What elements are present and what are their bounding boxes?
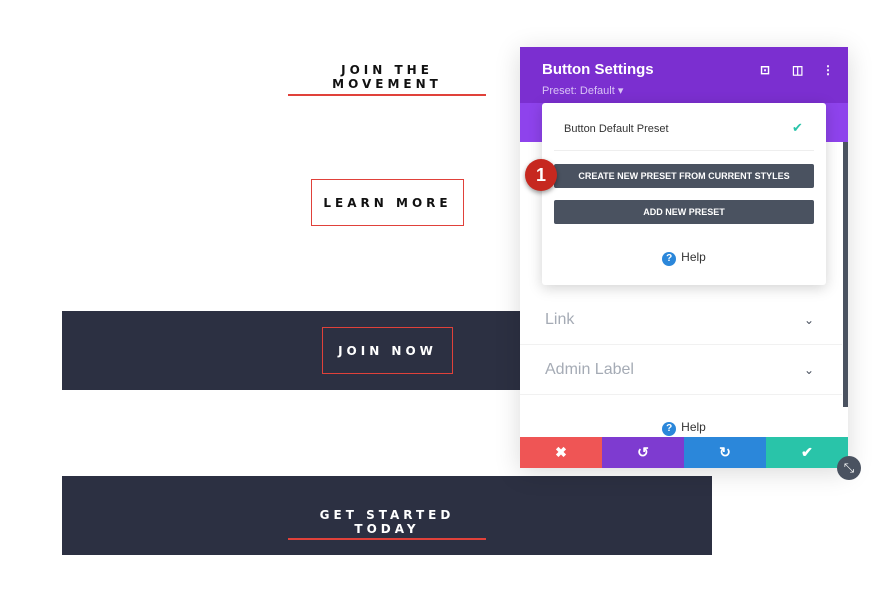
- get-started-heading: GET STARTED TODAY: [319, 508, 455, 536]
- panel-title: Button Settings: [542, 61, 654, 78]
- scrollbar[interactable]: [843, 142, 848, 407]
- help-link[interactable]: ? Help: [520, 420, 848, 436]
- panel-header: Button Settings Preset: Default ▾ ⊡ ◫ ⋮: [520, 47, 848, 103]
- preset-dropdown: Button Default Preset ✔ CREATE NEW PRESE…: [542, 103, 826, 285]
- help-icon: ?: [662, 421, 677, 436]
- preset-selector[interactable]: Preset: Default ▾: [542, 84, 623, 97]
- join-the-movement-heading: JOIN THE MOVEMENT: [332, 63, 442, 91]
- section-admin-label[interactable]: Admin Label ⌄: [520, 345, 842, 395]
- heading-underline: [288, 94, 486, 96]
- learn-more-button[interactable]: LEARN MORE: [311, 179, 464, 226]
- chevron-down-icon: ⌄: [803, 312, 814, 327]
- redo-button[interactable]: ↻: [684, 437, 766, 468]
- step-badge: 1: [525, 159, 557, 191]
- save-button[interactable]: ✔: [766, 437, 848, 468]
- join-now-button[interactable]: JOIN NOW: [322, 327, 453, 374]
- cancel-button[interactable]: ✖: [520, 437, 602, 468]
- section-label: Link: [545, 310, 575, 328]
- section-link[interactable]: Link ⌄: [520, 295, 842, 345]
- split-view-icon[interactable]: ◫: [792, 63, 803, 77]
- fullscreen-icon[interactable]: ⊡: [760, 63, 770, 77]
- dark-section: [62, 311, 522, 390]
- default-preset-item[interactable]: Button Default Preset: [564, 123, 669, 135]
- help-icon: ?: [662, 251, 677, 266]
- section-label: Admin Label: [545, 360, 634, 378]
- more-icon[interactable]: ⋮: [822, 63, 834, 77]
- dropdown-help-link[interactable]: ? Help: [542, 250, 826, 266]
- check-icon: ✔: [792, 120, 803, 135]
- heading-underline-2: [288, 538, 486, 540]
- resize-handle-icon[interactable]: ⤡: [837, 456, 861, 480]
- undo-button[interactable]: ↺: [602, 437, 684, 468]
- chevron-down-icon: ⌄: [803, 362, 814, 377]
- button-settings-panel: Button Settings Preset: Default ▾ ⊡ ◫ ⋮ …: [520, 47, 848, 468]
- add-preset-button[interactable]: ADD NEW PRESET: [554, 200, 814, 224]
- create-preset-button[interactable]: CREATE NEW PRESET FROM CURRENT STYLES: [554, 164, 814, 188]
